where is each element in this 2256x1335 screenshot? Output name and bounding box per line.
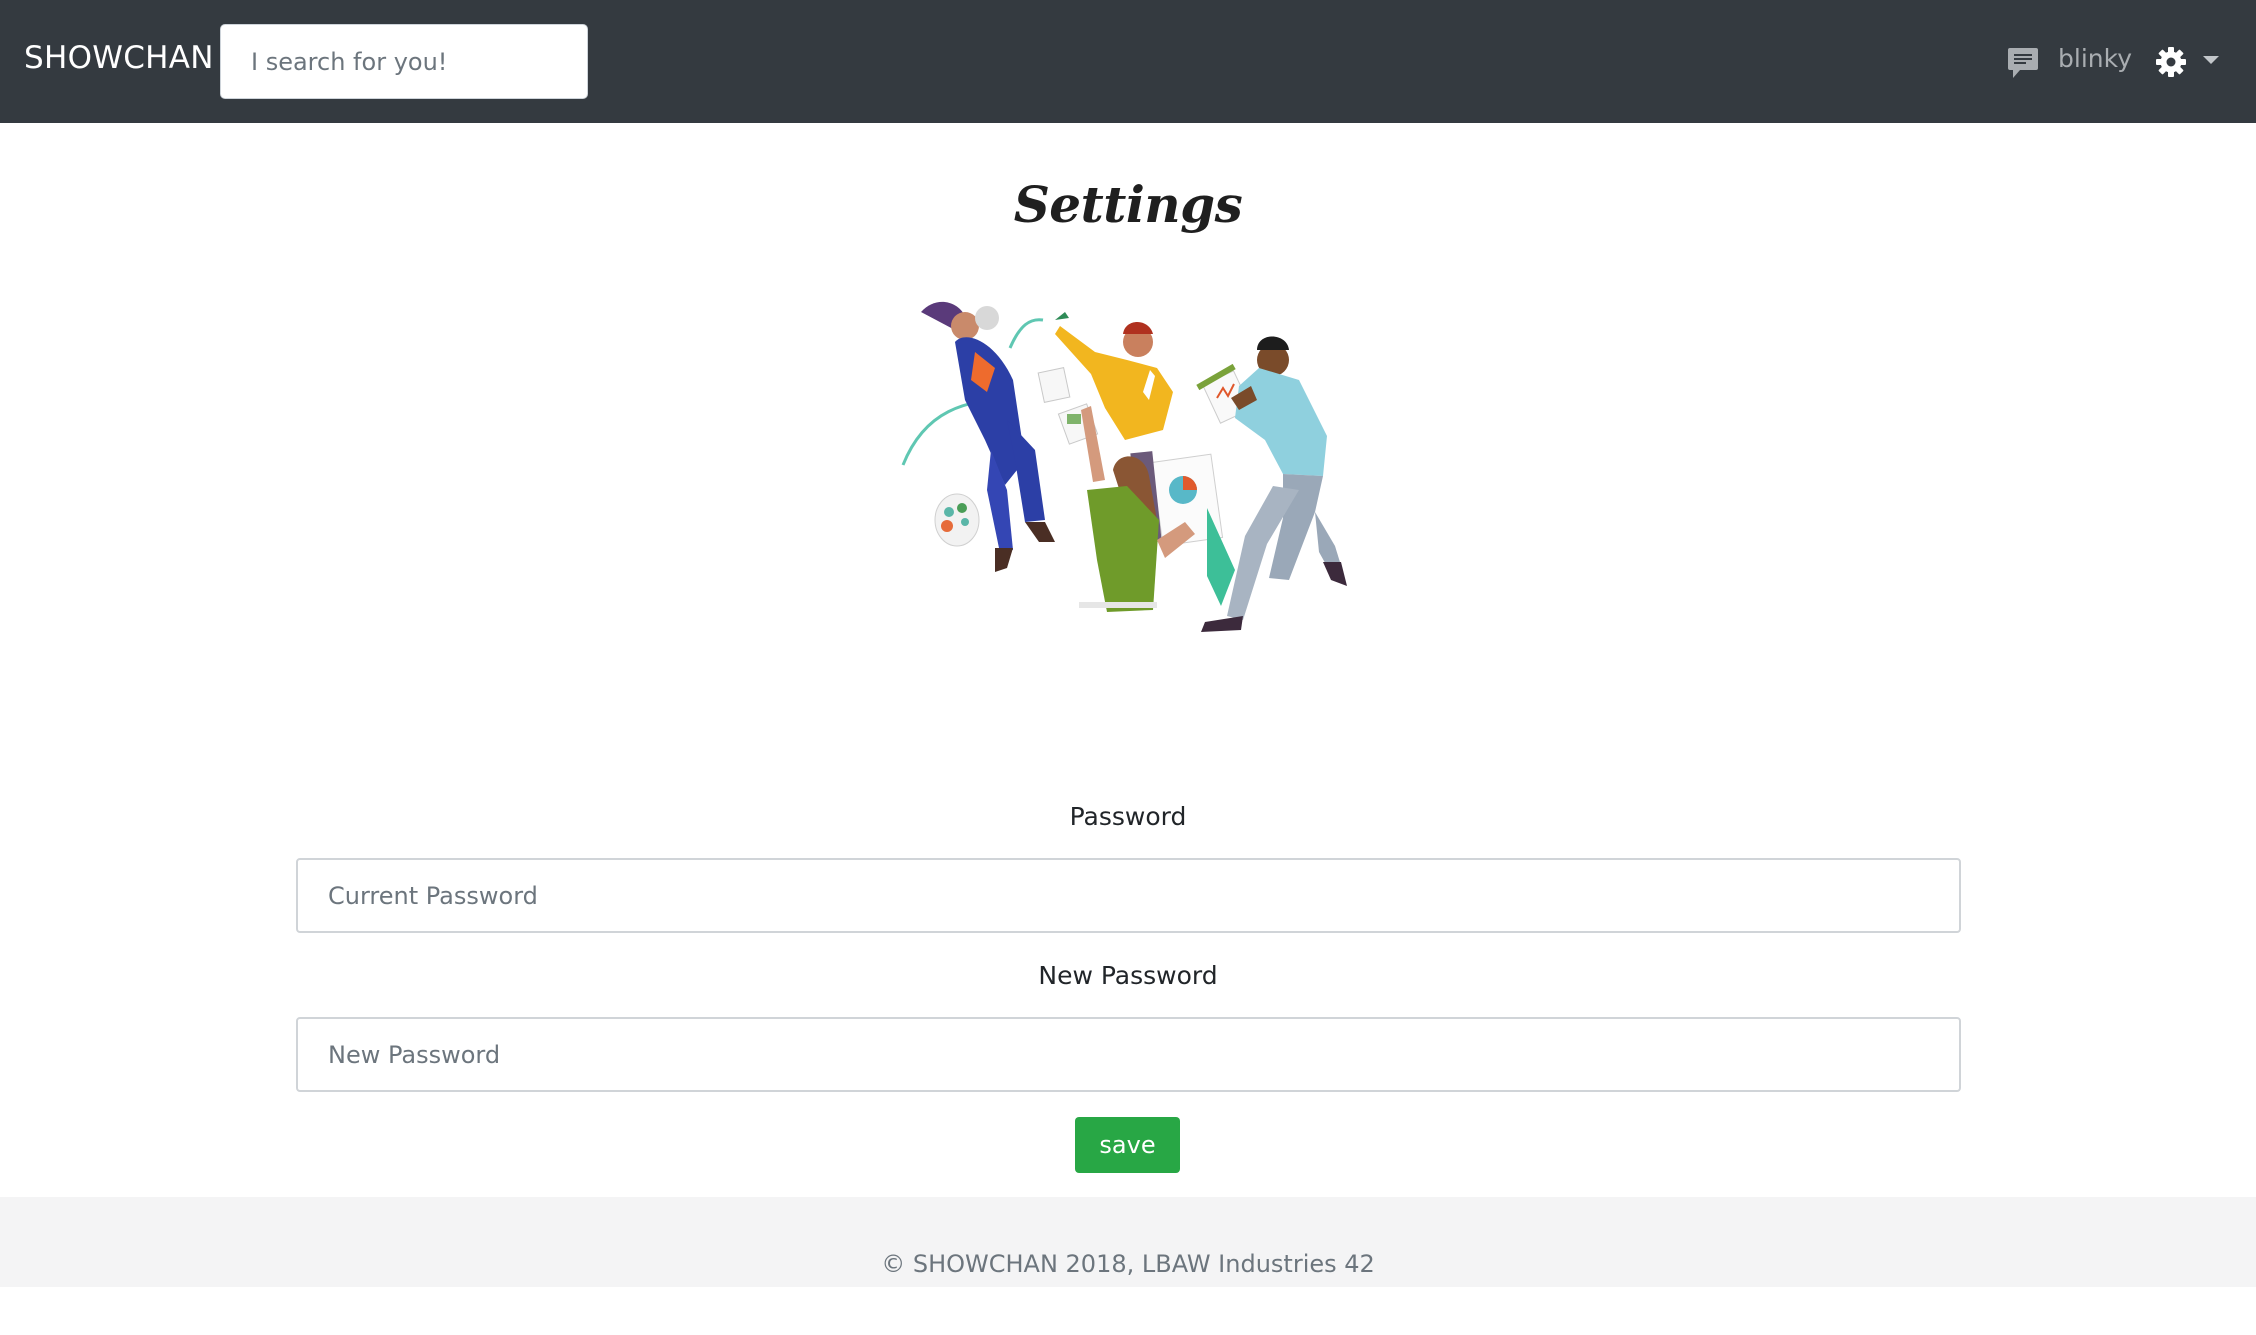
username-link[interactable]: blinky [2058,44,2132,73]
footer: © SHOWCHAN 2018, LBAW Industries 42 [0,1197,2256,1287]
top-navbar: SHOWCHAN blinky [0,0,2256,123]
password-label: Password [1069,802,1187,831]
gear-icon[interactable] [2156,47,2186,77]
save-button[interactable]: save [1075,1117,1180,1173]
caret-down-icon[interactable] [2203,56,2219,64]
new-password-label: New Password [1038,961,1218,990]
page-title: Settings [1013,175,1243,234]
new-password-field[interactable] [296,1017,1961,1092]
search-input[interactable] [220,24,588,99]
team-illustration [901,301,1347,632]
chat-icon[interactable] [2006,46,2040,82]
brand-logo-link[interactable]: SHOWCHAN [24,40,214,76]
current-password-field[interactable] [296,858,1961,933]
footer-copyright: © SHOWCHAN 2018, LBAW Industries 42 [881,1250,1375,1278]
